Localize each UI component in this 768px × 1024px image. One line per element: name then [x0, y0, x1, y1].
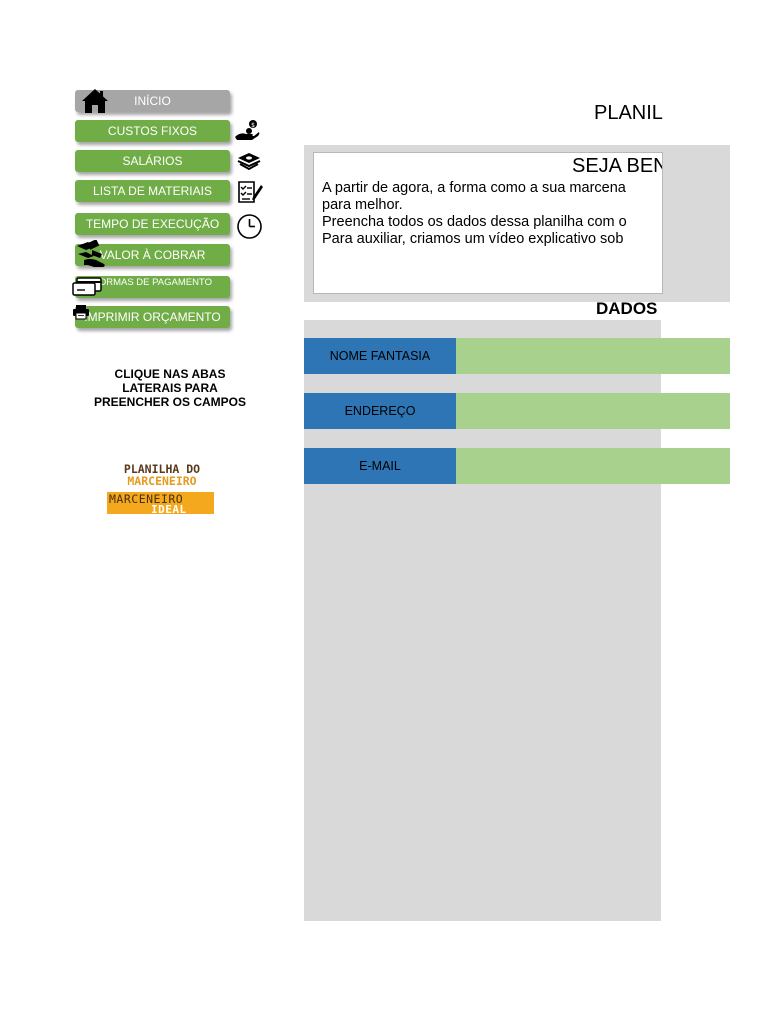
- welcome-line-1: A partir de agora, a forma como a sua ma…: [322, 180, 626, 196]
- instruction-line-1: CLIQUE NAS ABAS: [114, 367, 226, 381]
- svg-text:$: $: [251, 122, 255, 129]
- endereco-field[interactable]: [456, 393, 730, 429]
- nav-imprimir-orcamento-button[interactable]: IMPRIMIR ORÇAMENTO: [75, 306, 230, 328]
- email-label: E-MAIL: [304, 448, 456, 484]
- cash-stack-icon: [237, 153, 261, 171]
- nav-imprimir-orcamento-label: IMPRIMIR ORÇAMENTO: [84, 310, 221, 324]
- welcome-text: A partir de agora, a forma como a sua ma…: [322, 180, 627, 248]
- welcome-line-2: para melhor.: [322, 197, 403, 213]
- instruction-line-2: LATERAIS PARA: [122, 381, 218, 395]
- nav-custos-fixos-label: CUSTOS FIXOS: [107, 124, 198, 138]
- welcome-line-3: Preencha todos os dados dessa planilha c…: [322, 214, 627, 230]
- instruction-text: CLIQUE NAS ABAS LATERAIS PARA PREENCHER …: [90, 367, 250, 409]
- nav-salarios-label: SALÁRIOS: [122, 154, 183, 168]
- page-title: PLANIL: [594, 102, 663, 124]
- marceneiro-ideal-logo-line-2: IDEAL: [151, 503, 187, 516]
- planilha-logo: PLANILHA DO MARCENEIRO: [112, 463, 212, 487]
- nome-fantasia-field[interactable]: [456, 338, 730, 374]
- marceneiro-ideal-logo: MARCENEIRO IDEAL: [107, 492, 214, 516]
- nav-valor-cobrar-label: VALOR À COBRAR: [99, 248, 206, 262]
- payment-hand-icon: [77, 240, 105, 267]
- welcome-line-4: Para auxiliar, criamos um vídeo explicat…: [322, 231, 624, 247]
- printer-icon: [73, 305, 89, 320]
- nav-lista-materiais-button[interactable]: LISTA DE MATERIAIS: [75, 180, 230, 202]
- money-hand-icon: $: [235, 120, 260, 140]
- email-field[interactable]: [456, 448, 730, 484]
- nav-inicio-label: INÍCIO: [134, 94, 171, 108]
- nav-custos-fixos-button[interactable]: CUSTOS FIXOS: [75, 120, 230, 142]
- nav-tempo-execucao-button[interactable]: TEMPO DE EXECUÇÃO: [75, 213, 230, 235]
- nav-formas-pagamento-label: FORMAS DE PAGAMENTO: [93, 277, 212, 288]
- nav-lista-materiais-label: LISTA DE MATERIAIS: [93, 184, 212, 198]
- checklist-icon: [238, 181, 263, 203]
- clock-icon: [237, 214, 262, 239]
- nav-salarios-button[interactable]: SALÁRIOS: [75, 150, 230, 172]
- nav-tempo-execucao-label: TEMPO DE EXECUÇÃO: [85, 217, 220, 231]
- nome-fantasia-label: NOME FANTASIA: [304, 338, 456, 374]
- planilha-logo-line-2: MARCENEIRO: [127, 474, 197, 488]
- welcome-box: SEJA BEN A partir de agora, a forma como…: [313, 152, 663, 294]
- home-icon[interactable]: [80, 86, 110, 116]
- section-title: DADOS: [596, 299, 658, 318]
- credit-card-icon: [72, 277, 102, 296]
- instruction-line-3: PREENCHER OS CAMPOS: [93, 395, 247, 409]
- endereco-label: ENDEREÇO: [304, 393, 456, 429]
- welcome-title: SEJA BEN: [572, 155, 663, 177]
